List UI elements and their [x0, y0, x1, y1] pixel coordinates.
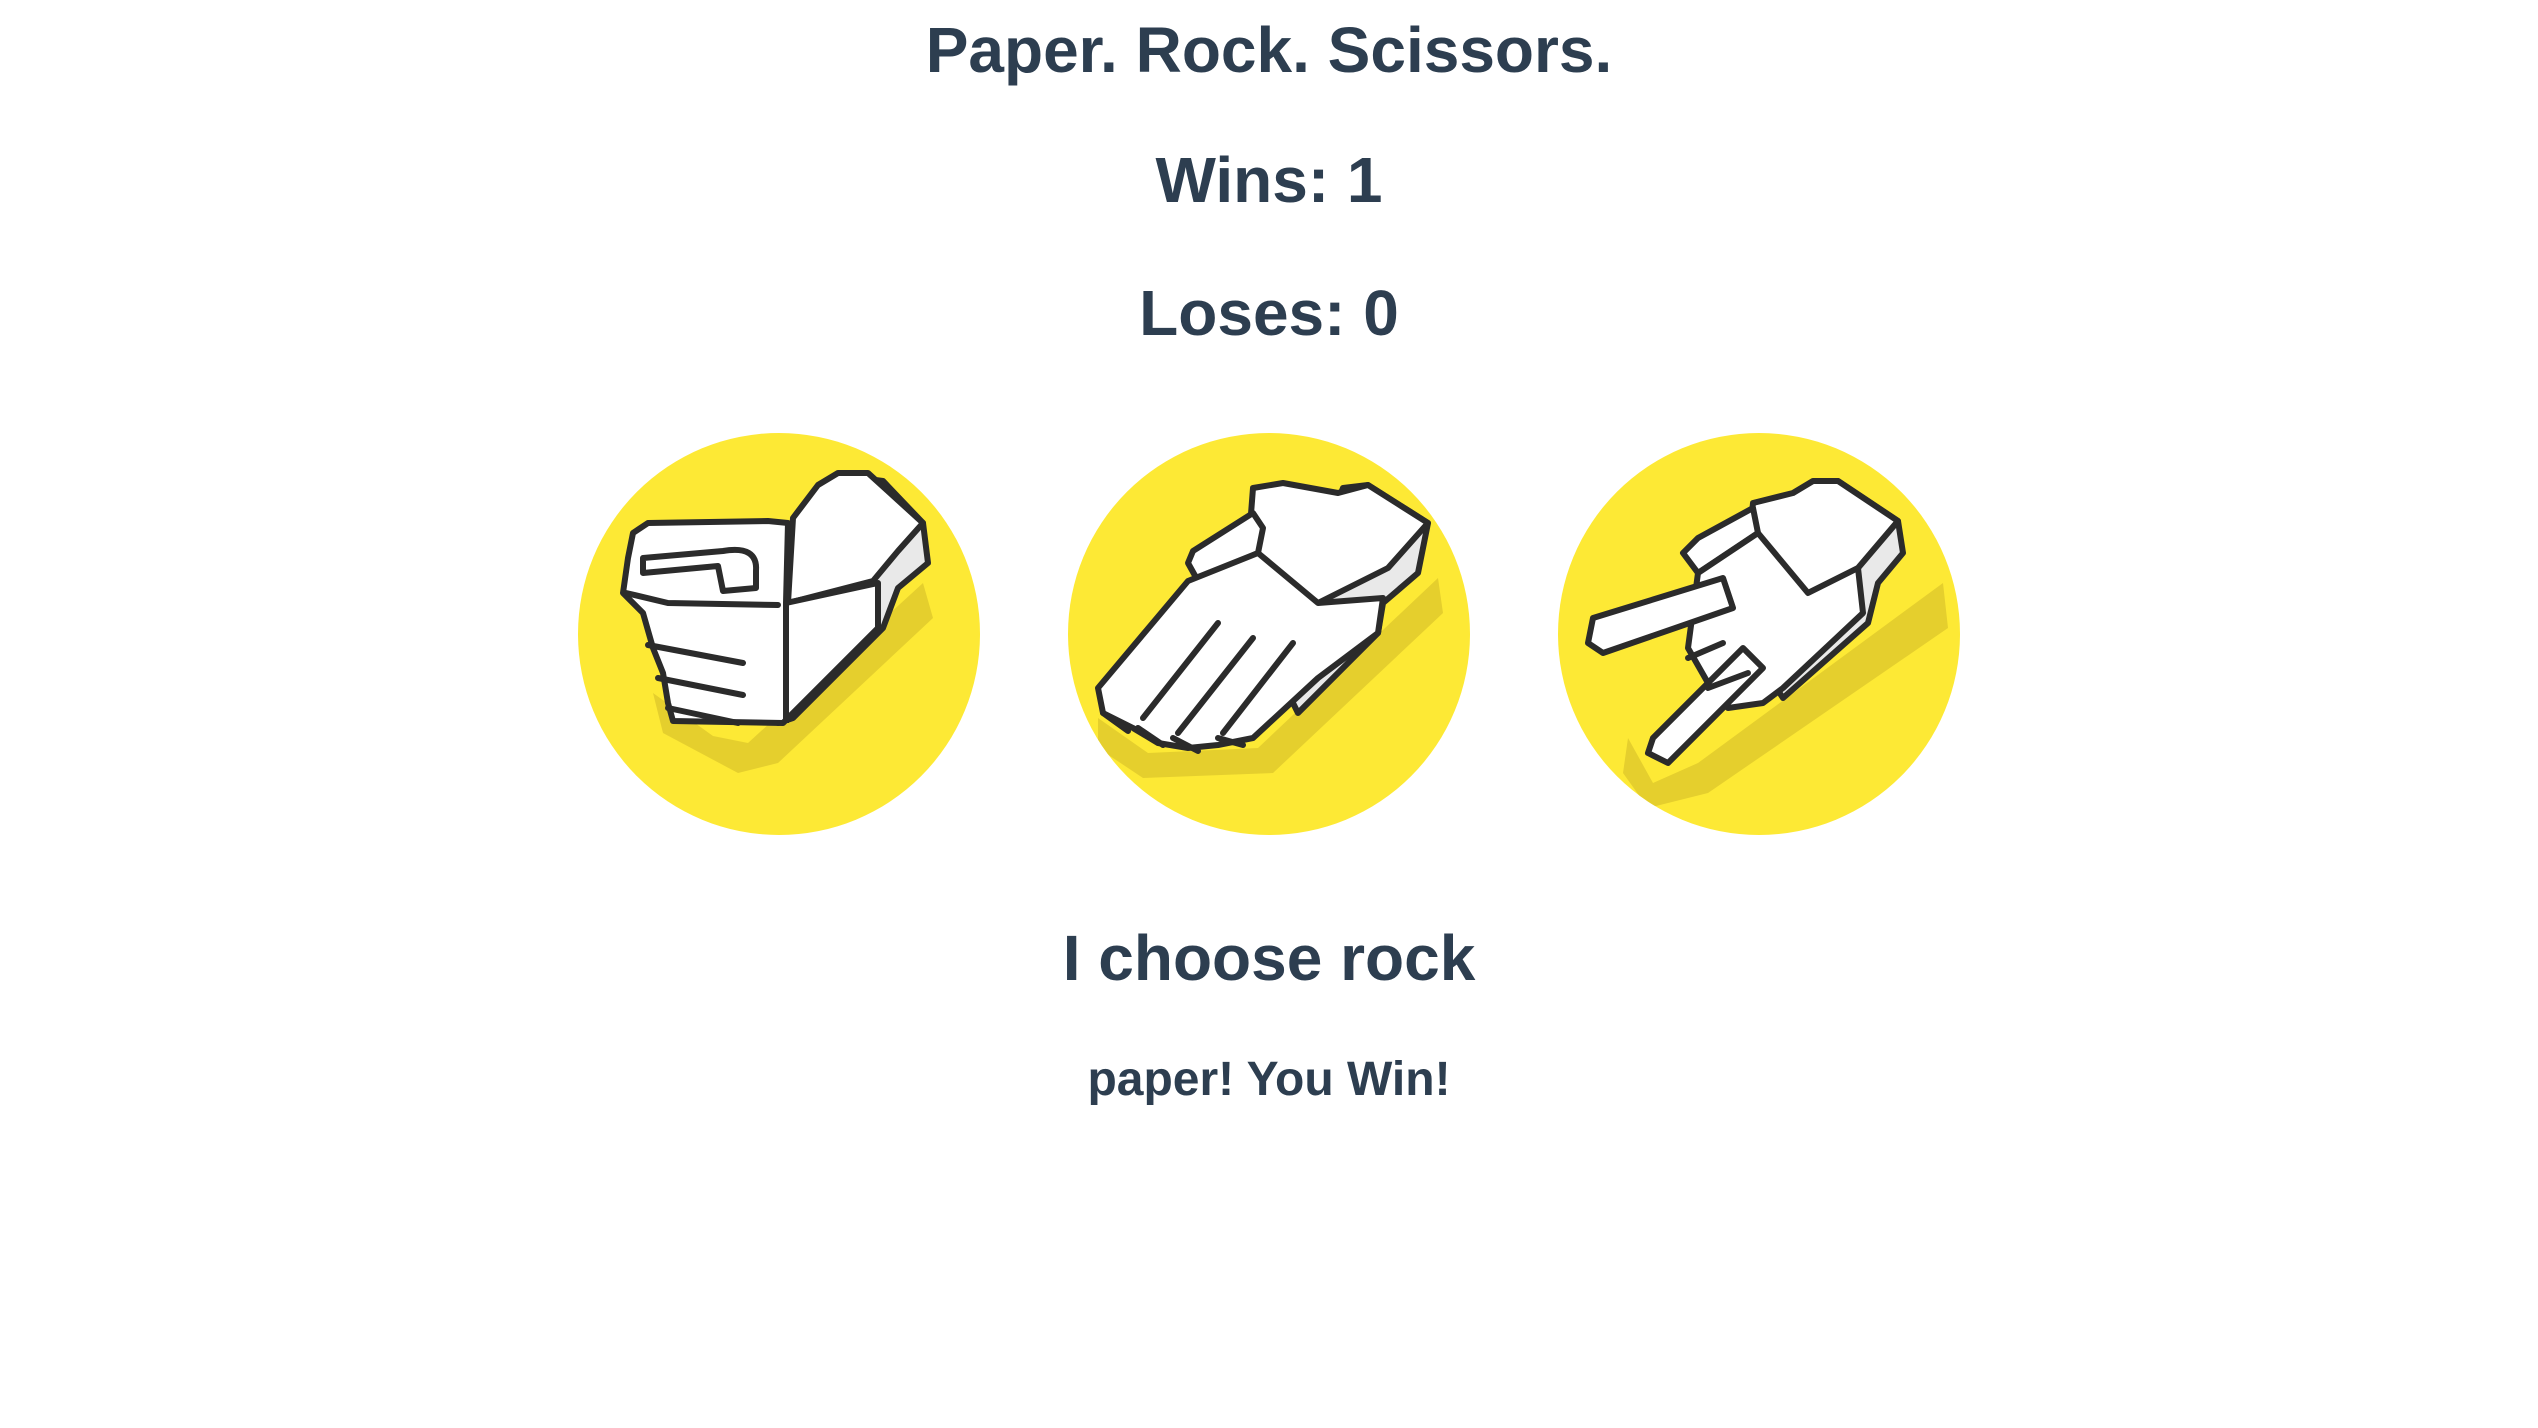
wins-counter: Wins: 1 — [1155, 144, 1383, 216]
game-page: Paper. Rock. Scissors. Wins: 1 Loses: 0 — [0, 0, 2538, 1428]
open-hand-icon — [1095, 480, 1443, 778]
fist-icon — [620, 470, 933, 773]
loses-counter: Loses: 0 — [1139, 277, 1399, 349]
paper-button[interactable] — [1068, 433, 1470, 835]
rock-button[interactable] — [578, 433, 980, 835]
choice-options — [0, 433, 2538, 835]
game-title: Paper. Rock. Scissors. — [925, 14, 1613, 86]
computer-choice-text: I choose rock — [1062, 922, 1476, 994]
round-result-text: paper! You Win! — [1087, 1053, 1451, 1106]
peace-sign-icon — [1585, 478, 1948, 808]
scissors-button[interactable] — [1558, 433, 1960, 835]
